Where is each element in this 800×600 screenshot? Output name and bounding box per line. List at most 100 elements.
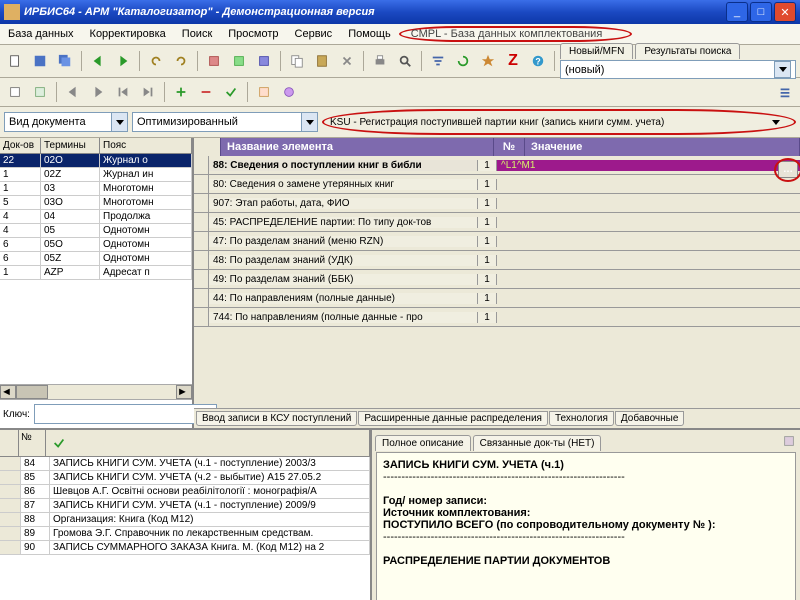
ws-hdr-no: № — [494, 138, 525, 156]
record-row[interactable]: 90ЗАПИСЬ СУММАРНОГО ЗАКАЗА Книга. М. (Ко… — [0, 541, 370, 555]
tb2-last-icon[interactable] — [137, 81, 159, 103]
desc-tab-full[interactable]: Полное описание — [375, 435, 471, 451]
tool-icon-3[interactable] — [253, 50, 275, 72]
dict-row[interactable]: 1AZPАдресат п — [0, 266, 192, 280]
tool-icon-2[interactable] — [228, 50, 250, 72]
cut-icon[interactable] — [336, 50, 358, 72]
dict-hdr-docs[interactable]: Док-ов — [0, 138, 41, 153]
ws-tab-entry[interactable]: Ввод записи в КСУ поступлений — [196, 411, 357, 426]
menu-database[interactable]: База данных — [0, 28, 82, 40]
worksheet-panel: Название элемента № Значение 88: Сведени… — [194, 138, 800, 428]
tb2-icon-1[interactable] — [4, 81, 26, 103]
mfn-combo[interactable]: (новый) — [560, 60, 796, 79]
rec-hdr-no[interactable]: № — [19, 430, 46, 456]
view-mode-combo[interactable]: Оптимизированный — [132, 112, 318, 132]
prev-green-icon[interactable] — [87, 50, 109, 72]
tb2-icon-del[interactable] — [195, 81, 217, 103]
ws-tab-tech[interactable]: Технология — [549, 411, 614, 426]
worksheet-row[interactable]: 88: Сведения о поступлении книг в библи1… — [194, 156, 800, 175]
record-row[interactable]: 89Громова Э.Г. Справочник по лекарственн… — [0, 527, 370, 541]
dict-row[interactable]: 2202OЖурнал о — [0, 154, 192, 168]
dict-row[interactable]: 404Продолжа — [0, 210, 192, 224]
dict-hdr-expl[interactable]: Пояс — [100, 138, 192, 153]
tb2-next-icon[interactable] — [87, 81, 109, 103]
redo-icon[interactable] — [170, 50, 192, 72]
svg-text:?: ? — [535, 57, 540, 67]
new-icon[interactable] — [4, 50, 26, 72]
save-icon[interactable] — [29, 50, 51, 72]
dict-row[interactable]: 102ZЖурнал ин — [0, 168, 192, 182]
z-icon[interactable]: Z — [502, 50, 524, 72]
dict-hscroll[interactable]: ◄► — [0, 384, 192, 399]
tb2-icon-2[interactable] — [29, 81, 51, 103]
tab-search-results[interactable]: Результаты поиска — [635, 43, 740, 59]
menu-help[interactable]: Помощь — [340, 28, 399, 40]
maximize-button[interactable]: □ — [750, 2, 772, 22]
tab-new-mfn[interactable]: Новый/MFN — [560, 43, 633, 59]
worksheet-label: KSU - Регистрация поступившей партии кни… — [330, 117, 766, 128]
worksheet-row[interactable]: 45: РАСПРЕДЕЛЕНИЕ партии: По типу док-то… — [194, 213, 800, 232]
menu-view[interactable]: Просмотр — [220, 28, 286, 40]
copy-icon[interactable] — [286, 50, 308, 72]
worksheet-tabs: Ввод записи в КСУ поступлений Расширенны… — [194, 408, 800, 428]
dict-row[interactable]: 605ZОднотомн — [0, 252, 192, 266]
wizard-icon[interactable] — [477, 50, 499, 72]
tb2-icon-5[interactable] — [253, 81, 275, 103]
tb2-icon-add[interactable] — [170, 81, 192, 103]
doc-type-combo[interactable]: Вид документа — [4, 112, 128, 132]
worksheet-selector[interactable]: KSU - Регистрация поступившей партии кни… — [322, 109, 796, 135]
worksheet-row[interactable]: 47: По разделам знаний (меню RZN)1 — [194, 232, 800, 251]
tb2-prev-icon[interactable] — [62, 81, 84, 103]
description-panel: Полное описание Связанные док-ты (НЕТ) З… — [372, 430, 800, 600]
dict-hdr-terms[interactable]: Термины — [41, 138, 100, 153]
ws-tab-extended[interactable]: Расширенные данные распределения — [358, 411, 548, 426]
menu-search[interactable]: Поиск — [174, 28, 220, 40]
doc-type-label: Вид документа — [9, 116, 86, 128]
dictionary-panel: Док-ов Термины Пояс 2202OЖурнал о102ZЖур… — [0, 138, 194, 428]
menu-correct[interactable]: Корректировка — [82, 28, 174, 40]
toolbar-secondary — [0, 78, 800, 107]
worksheet-row[interactable]: 744: По направлениям (полные данные - пр… — [194, 308, 800, 327]
tb2-icon-check[interactable] — [220, 81, 242, 103]
dict-row[interactable]: 605OОднотомн — [0, 238, 192, 252]
worksheet-row[interactable]: 80: Сведения о замене утерянных книг1 — [194, 175, 800, 194]
worksheet-row[interactable]: 48: По разделам знаний (УДК)1 — [194, 251, 800, 270]
desc-tab-linked[interactable]: Связанные док-ты (НЕТ) — [473, 435, 602, 451]
dict-row[interactable]: 503OМноготомн — [0, 196, 192, 210]
undo-icon[interactable] — [145, 50, 167, 72]
filter-icon[interactable] — [427, 50, 449, 72]
next-green-icon[interactable] — [112, 50, 134, 72]
worksheet-row[interactable]: 44: По направлениям (полные данные)1 — [194, 289, 800, 308]
window-titlebar: ИРБИС64 - АРМ "Каталогизатор" - Демонстр… — [0, 0, 800, 24]
tool-icon-1[interactable] — [203, 50, 225, 72]
worksheet-row[interactable]: 49: По разделам знаний (ББК)1 — [194, 270, 800, 289]
view-mode-value: Оптимизированный — [137, 116, 238, 128]
menubar: База данных Корректировка Поиск Просмотр… — [0, 24, 800, 45]
record-row[interactable]: 87ЗАПИСЬ КНИГИ СУМ. УЧЕТА (ч.1 - поступл… — [0, 499, 370, 513]
record-row[interactable]: 84ЗАПИСЬ КНИГИ СУМ. УЧЕТА (ч.1 - поступл… — [0, 457, 370, 471]
print-icon[interactable] — [369, 50, 391, 72]
desc-tool-icon[interactable] — [778, 430, 800, 452]
minimize-button[interactable]: _ — [726, 2, 748, 22]
menu-service[interactable]: Сервис — [287, 28, 341, 40]
record-row[interactable]: 85ЗАПИСЬ КНИГИ СУМ. УЧЕТА (ч.2 - выбытие… — [0, 471, 370, 485]
refresh-icon[interactable] — [452, 50, 474, 72]
tb2-menu-icon[interactable] — [774, 81, 796, 103]
tb2-first-icon[interactable] — [112, 81, 134, 103]
key-input[interactable] — [34, 404, 217, 424]
record-row[interactable]: 86Шевцов А.Г. Освітні основи реабілітоло… — [0, 485, 370, 499]
save-all-icon[interactable] — [54, 50, 76, 72]
close-button[interactable]: ✕ — [774, 2, 796, 22]
tb2-icon-6[interactable] — [278, 81, 300, 103]
worksheet-row[interactable]: 907: Этап работы, дата, ФИО1 — [194, 194, 800, 213]
help-icon[interactable]: ? — [527, 50, 549, 72]
rec-check-icon[interactable] — [48, 432, 70, 454]
records-list-panel: № 84ЗАПИСЬ КНИГИ СУМ. УЧЕТА (ч.1 - посту… — [0, 430, 372, 600]
paste-icon[interactable] — [311, 50, 333, 72]
dict-row[interactable]: 103Многотомн — [0, 182, 192, 196]
key-label: Ключ: — [3, 409, 30, 420]
ws-tab-extra[interactable]: Добавочные — [615, 411, 685, 426]
record-row[interactable]: 88 Организация: Книга (Код M12) — [0, 513, 370, 527]
preview-icon[interactable] — [394, 50, 416, 72]
dict-row[interactable]: 405Однотомн — [0, 224, 192, 238]
